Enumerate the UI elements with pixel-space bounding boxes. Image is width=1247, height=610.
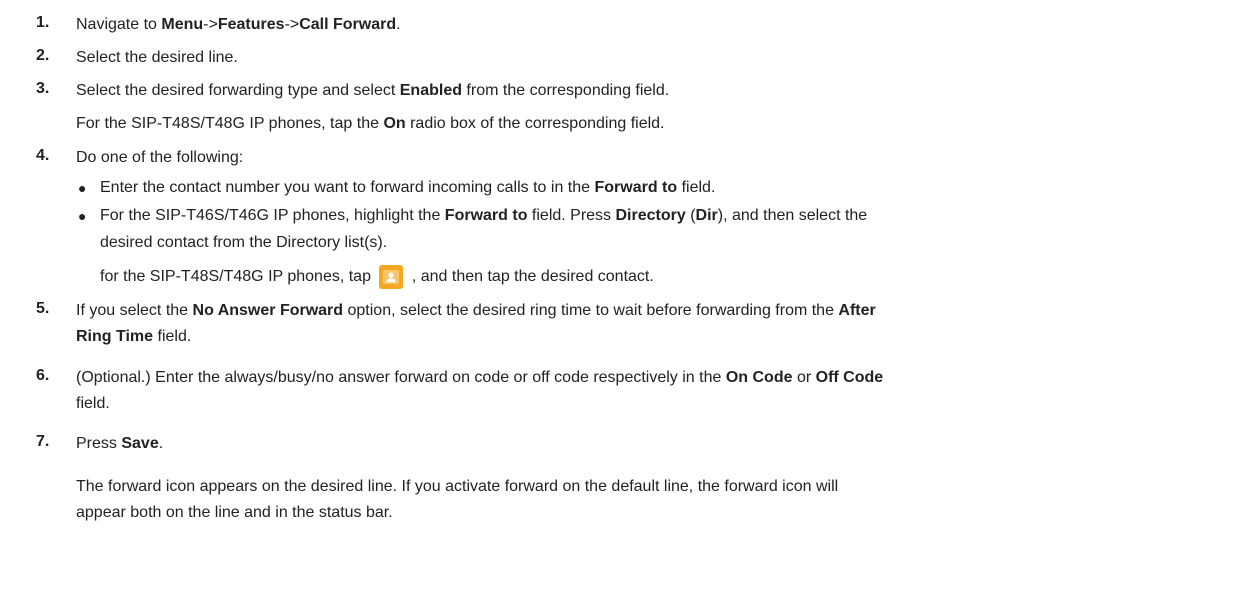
menu-label: Menu [161, 16, 204, 33]
step-text-cont: field. [76, 395, 110, 412]
document-page: 1. Navigate to Menu->Features->Call Forw… [0, 0, 1247, 610]
dir-label: Dir [695, 207, 718, 224]
save-label: Save [121, 435, 159, 452]
on-label: On [383, 115, 406, 132]
forward-to-label: Forward to [444, 207, 528, 224]
bullet-text: For the SIP-T46S/T46G IP phones, highlig… [100, 207, 868, 224]
step-text: (Optional.) Enter the always/busy/no ans… [76, 369, 884, 386]
step-number: 4. [36, 147, 50, 164]
off-code-label: Off Code [815, 369, 884, 386]
features-label: Features [217, 16, 285, 33]
ring-time-label: Ring Time [76, 328, 154, 345]
bullet-text-cont: desired contact from the Directory list(… [100, 234, 388, 251]
step-text-cont: Ring Time field. [76, 328, 192, 345]
step-number: 3. [36, 80, 50, 97]
on-code-label: On Code [725, 369, 793, 386]
step-note: for the SIP-T48S/T48G IP phones, tap , a… [100, 265, 654, 289]
step-text: Select the desired line. [76, 49, 238, 66]
directory-label: Directory [615, 207, 686, 224]
call-forward-label: Call Forward [299, 16, 397, 33]
step-text: Navigate to Menu->Features->Call Forward… [76, 16, 401, 33]
bullet-icon: ● [78, 180, 87, 196]
forward-to-label: Forward to [594, 179, 678, 196]
enabled-label: Enabled [399, 82, 462, 99]
step-note: The forward icon appears on the desired … [76, 478, 839, 495]
directory-contact-icon [379, 265, 404, 289]
step-number: 7. [36, 433, 50, 450]
step-number: 6. [36, 367, 50, 384]
step-text: Do one of the following: [76, 149, 244, 166]
bullet-text: Enter the contact number you want to for… [100, 179, 716, 196]
step-text: Press Save. [76, 435, 164, 452]
step-number: 2. [36, 47, 50, 64]
bullet-icon: ● [78, 208, 87, 224]
step-note: For the SIP-T48S/T48G IP phones, tap the… [76, 115, 665, 132]
step-note-cont: appear both on the line and in the statu… [76, 504, 393, 521]
no-answer-forward-label: No Answer Forward [192, 302, 344, 319]
after-label: After [838, 302, 876, 319]
step-number: 5. [36, 300, 50, 317]
step-number: 1. [36, 14, 50, 31]
step-text: If you select the No Answer Forward opti… [76, 302, 876, 319]
step-text: Select the desired forwarding type and s… [76, 82, 670, 99]
